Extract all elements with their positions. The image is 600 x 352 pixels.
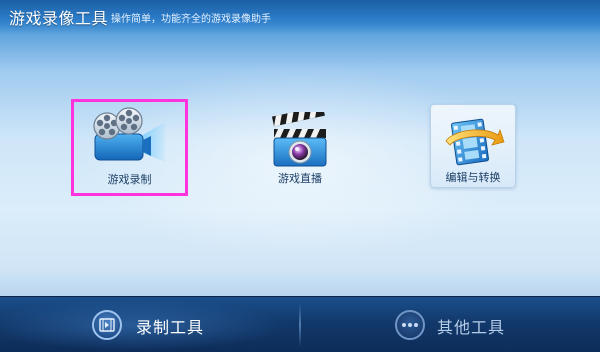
film-camera-icon (93, 107, 165, 162)
tool-game-record[interactable]: 游戏录制 (71, 99, 188, 196)
app-title: 游戏录像工具 (9, 9, 109, 28)
tool-label: 游戏直播 (278, 172, 322, 185)
title-bar: 游戏录像工具 操作简单，功能齐全的游戏录像助手 (0, 0, 600, 34)
tab-other-tools[interactable]: 其他工具 (301, 297, 600, 352)
more-dots-icon (395, 310, 425, 340)
tab-label: 录制工具 (136, 318, 205, 337)
tool-edit-convert[interactable]: 编辑与转换 (430, 104, 516, 188)
clapperboard-icon (271, 112, 327, 167)
tool-area: 游戏录制 游戏直播 编辑与转换 (0, 34, 600, 296)
bottom-tab-bar: 录制工具 其他工具 (0, 296, 600, 352)
tab-label: 其他工具 (437, 318, 506, 337)
tab-record-tools[interactable]: 录制工具 (0, 297, 299, 352)
filmstrip-convert-icon (445, 118, 505, 166)
app-window: 游戏录像工具 操作简单，功能齐全的游戏录像助手 游戏录制 游戏直播 编辑与转换 … (0, 0, 600, 352)
tool-label: 游戏录制 (107, 173, 152, 186)
app-subtitle: 操作简单，功能齐全的游戏录像助手 (111, 14, 271, 25)
tool-game-live[interactable]: 游戏直播 (252, 104, 348, 194)
film-icon (92, 310, 122, 340)
tool-label: 编辑与转换 (445, 171, 501, 184)
